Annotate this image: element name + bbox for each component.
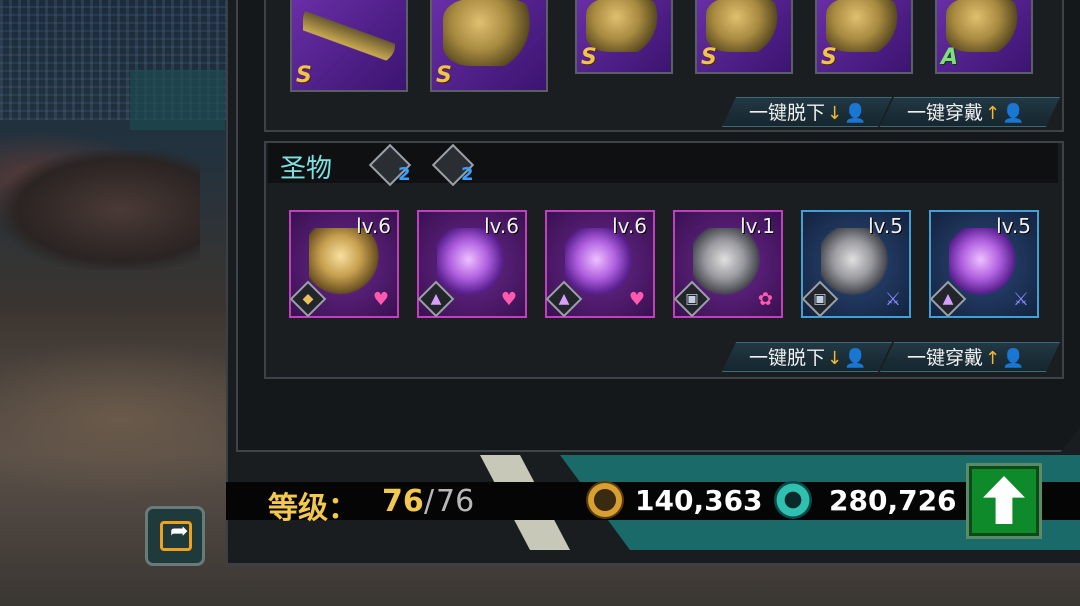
equip-slot-armor[interactable]: S: [695, 0, 793, 74]
background-car: [0, 150, 200, 270]
silver-gear-icon: [821, 228, 891, 298]
equip-equip-all-button[interactable]: 一键穿戴 ↑ 👤: [880, 97, 1060, 127]
relic-level: lv.5: [996, 214, 1031, 238]
relic-slot[interactable]: lv.5 ▲ ⚔: [929, 210, 1039, 318]
relic-level: lv.6: [484, 214, 519, 238]
relic-slot[interactable]: lv.1 ▣ ✿: [673, 210, 783, 318]
relic-unequip-all-button[interactable]: 一键脱下 ↓ 👤: [722, 342, 892, 372]
background-tower: [130, 70, 225, 130]
heart-icon: ♥: [372, 289, 389, 310]
boots-icon: [826, 0, 902, 53]
purple-star-crystal-icon: [565, 228, 635, 298]
level-label: 等级：: [268, 491, 358, 526]
grade-badge: S: [436, 63, 452, 88]
relic-level: lv.6: [612, 214, 647, 238]
heart-icon: ♥: [628, 289, 645, 310]
grade-badge: S: [701, 45, 717, 70]
credit-amount: 280,726: [829, 484, 957, 517]
equip-slot-helmet[interactable]: S: [575, 0, 673, 74]
equip-slot-grenade[interactable]: S: [430, 0, 548, 92]
equip-slot-boots[interactable]: S: [815, 0, 913, 74]
level-current: 76: [382, 484, 424, 519]
arrow-down-icon: ↓: [827, 103, 843, 124]
grenade-icon: [443, 0, 535, 66]
person-icon: 👤: [844, 348, 867, 369]
equip-all-label: 一键穿戴: [907, 102, 984, 124]
heart-icon: ♥: [500, 289, 517, 310]
sword-icon: ⚔: [1012, 289, 1029, 310]
share-arrow-icon: ➦: [170, 519, 189, 544]
equip-slot-backpack[interactable]: A: [935, 0, 1033, 74]
relic-slot[interactable]: lv.6 ◆ ♥: [289, 210, 399, 318]
person-icon: 👤: [844, 103, 867, 124]
equip-slot-weapon[interactable]: S: [290, 0, 408, 92]
relic-level: lv.1: [740, 214, 775, 238]
game-screen: S S S S S A 一键脱下 ↓ 👤 一键穿戴 ↑ 👤 圣物 2 2 lv.6 ◆ …: [0, 0, 1080, 606]
gold-coin-icon: [586, 481, 624, 519]
arrow-up-icon: ↑: [985, 103, 1001, 124]
grade-badge: S: [821, 45, 837, 70]
level-separator: /: [424, 484, 435, 519]
equip-all-label: 一键穿戴: [907, 347, 984, 369]
relic-level: lv.6: [356, 214, 391, 238]
sword-icon: ⚔: [884, 289, 901, 310]
grade-badge: A: [941, 45, 959, 70]
grade-badge: S: [581, 45, 597, 70]
relic-equip-all-button[interactable]: 一键穿戴 ↑ 👤: [880, 342, 1060, 372]
gold-crystal-icon: [309, 228, 379, 298]
grade-badge: S: [296, 63, 312, 88]
purple-star-crystal-icon: [949, 228, 1019, 298]
arrow-up-icon: [983, 476, 1025, 524]
relic-slot[interactable]: lv.6 ▲ ♥: [417, 210, 527, 318]
paw-icon: ✿: [757, 289, 773, 310]
gold-amount: 140,363: [635, 484, 763, 517]
arrow-down-icon: ↓: [827, 348, 843, 369]
relic-level: lv.5: [868, 214, 903, 238]
set-bonus-count: 2: [398, 164, 411, 185]
set-bonus-count: 2: [461, 164, 474, 185]
upgrade-button[interactable]: [966, 463, 1042, 539]
machine-gun-icon: [303, 0, 395, 66]
unequip-all-label: 一键脱下: [749, 347, 826, 369]
level-max: 76: [436, 484, 475, 519]
share-button[interactable]: ➦: [145, 506, 205, 566]
relic-slot[interactable]: lv.5 ▣ ⚔: [801, 210, 911, 318]
person-icon: 👤: [1002, 348, 1025, 369]
unequip-all-label: 一键脱下: [749, 102, 826, 124]
purple-star-crystal-icon: [437, 228, 507, 298]
silver-gear-icon: [693, 228, 763, 298]
equip-unequip-all-button[interactable]: 一键脱下 ↓ 👤: [722, 97, 892, 127]
person-icon: 👤: [1002, 103, 1025, 124]
relic-slot[interactable]: lv.6 ▲ ♥: [545, 210, 655, 318]
helmet-icon: [586, 0, 662, 53]
relic-section-title: 圣物: [280, 154, 333, 184]
arrow-up-icon: ↑: [985, 348, 1001, 369]
credit-coin-icon: [774, 481, 812, 519]
vest-icon: [706, 0, 782, 53]
